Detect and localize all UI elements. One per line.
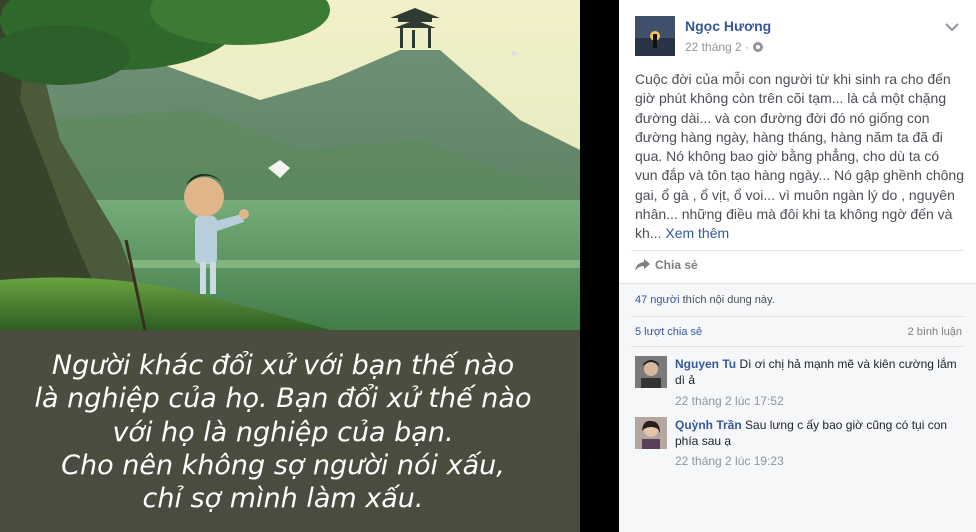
commenter-name[interactable]: Nguyen Tu [675, 357, 736, 371]
post-body-text: Cuộc đời của mỗi con người từ khi sinh r… [635, 71, 964, 242]
post-date[interactable]: 22 tháng 2 · [685, 40, 749, 54]
viewer-backdrop [580, 0, 619, 532]
likes-link[interactable]: 47 người [635, 294, 680, 306]
feedback-section [619, 283, 976, 532]
caption-line-5: chỉ sợ mình làm xấu. [142, 483, 424, 514]
comments-count-link[interactable]: 2 bình luận [908, 326, 962, 338]
author-name[interactable]: Ngọc Hương [685, 18, 771, 34]
divider [631, 346, 964, 347]
share-button[interactable]: Chia sẻ [635, 258, 698, 272]
caption-line-1: Người khác đổi xử với bạn thế nào [51, 350, 515, 381]
post-body: Cuộc đời của mỗi con người từ khi sinh r… [635, 70, 965, 244]
commenter-avatar[interactable] [635, 356, 667, 388]
likes-text: thích nội dung này. [679, 294, 775, 306]
divider [631, 250, 964, 251]
image-caption: Người khác đổi xử với bạn thế nào là ngh… [0, 330, 580, 532]
comment-text: Quỳnh Trần Sau lưng c ấy bao giờ cũng có… [675, 417, 965, 449]
divider [631, 316, 964, 317]
see-more-link[interactable]: Xem thêm [665, 225, 729, 241]
share-label: Chia sẻ [655, 258, 698, 272]
post-header: Ngọc Hương 22 tháng 2 · [635, 14, 965, 58]
globe-icon [753, 42, 764, 52]
commenter-name[interactable]: Quỳnh Trần [675, 418, 742, 432]
comment-time[interactable]: 22 tháng 2 lúc 19:23 [675, 454, 784, 468]
comment-time[interactable]: 22 tháng 2 lúc 17:52 [675, 394, 784, 408]
caption-line-4: Cho nên không sợ người nói xấu, [61, 450, 505, 481]
post-photo[interactable]: Người khác đổi xử với bạn thế nào là ngh… [0, 0, 580, 532]
commenter-avatar[interactable] [635, 417, 667, 449]
caption-line-3: với họ là nghiệp của bạn. [112, 417, 454, 448]
shares-count-link[interactable]: 5 lượt chia sẻ [635, 326, 702, 338]
author-avatar[interactable] [635, 16, 675, 56]
comment-text: Nguyen Tu Dì ơi chị hả mạnh mẽ và kiên c… [675, 356, 965, 388]
likes-summary: 47 người thích nội dung này. [635, 294, 775, 306]
photo-viewer: Người khác đổi xử với bạn thế nào là ngh… [0, 0, 976, 532]
post-panel: Ngọc Hương 22 tháng 2 · Cuộc đời của mỗi… [619, 0, 976, 532]
caption-line-2: là nghiệp của họ. Bạn đổi xử thế nào [34, 383, 532, 414]
post-meta: 22 tháng 2 · [685, 40, 764, 54]
chevron-down-icon[interactable] [943, 20, 961, 34]
share-arrow-icon [635, 259, 650, 271]
